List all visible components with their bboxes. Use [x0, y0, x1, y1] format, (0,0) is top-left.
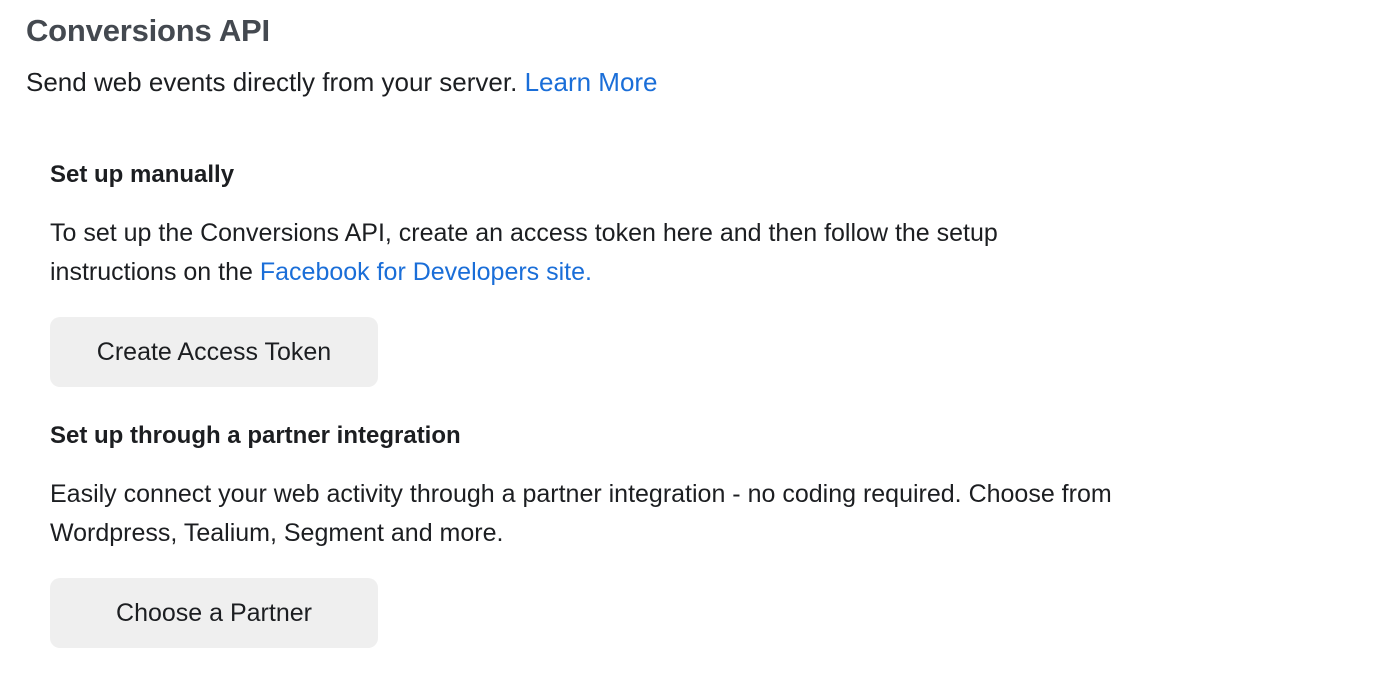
partner-setup-description-line1: Easily connect your web activity through…	[50, 480, 1112, 508]
partner-setup-description-line2: Wordpress, Tealium, Segment and more.	[50, 519, 504, 547]
partner-setup-section: Set up through a partner integration	[50, 422, 1350, 450]
partner-setup-description: Easily connect your web activity through…	[50, 475, 1350, 553]
learn-more-link[interactable]: Learn More	[525, 67, 658, 97]
page-subtitle: Send web events directly from your serve…	[26, 67, 658, 98]
subtitle-text: Send web events directly from your serve…	[26, 67, 518, 97]
manual-setup-heading: Set up manually	[50, 161, 235, 188]
manual-setup-description-line1: To set up the Conversions API, create an…	[50, 219, 998, 247]
create-access-token-button[interactable]: Create Access Token	[50, 317, 378, 387]
facebook-for-developers-link[interactable]: Facebook for Developers site.	[260, 258, 592, 286]
choose-partner-button[interactable]: Choose a Partner	[50, 578, 378, 648]
manual-setup-description-line2: instructions on the	[50, 258, 253, 286]
conversions-api-panel: Conversions API Send web events directly…	[0, 0, 1400, 673]
partner-setup-heading: Set up through a partner integration	[50, 422, 461, 449]
manual-setup-section: Set up manually	[50, 161, 1350, 189]
manual-setup-description: To set up the Conversions API, create an…	[50, 214, 1350, 292]
page-title: Conversions API	[26, 13, 270, 48]
